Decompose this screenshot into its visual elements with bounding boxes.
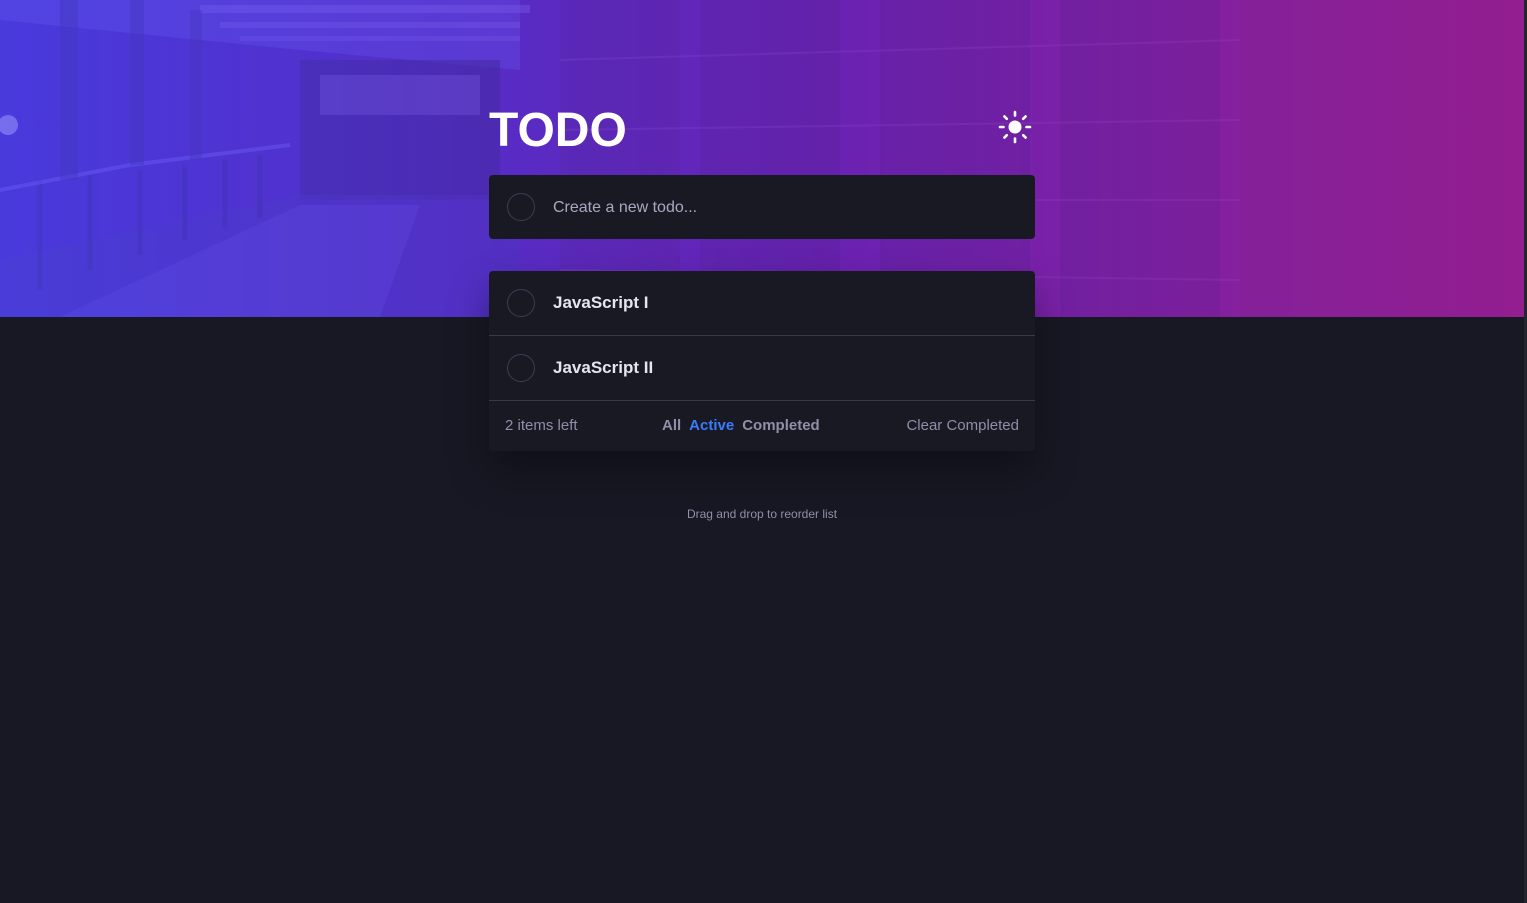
- reorder-hint: Drag and drop to reorder list: [686, 507, 838, 521]
- sun-icon: [998, 110, 1032, 144]
- page: TODO Create a new todo... JavaScript I J…: [0, 0, 1527, 903]
- new-todo-form: [489, 175, 1035, 239]
- theme-toggle-button[interactable]: [996, 108, 1034, 146]
- todo-check-circle[interactable]: [507, 289, 535, 317]
- filter-group: All Active Completed: [662, 417, 820, 434]
- clear-completed-button[interactable]: Clear Completed: [906, 417, 1019, 434]
- items-left-count: 2 items left: [505, 417, 578, 434]
- filter-completed[interactable]: Completed: [742, 417, 820, 434]
- todo-text: JavaScript I: [553, 293, 649, 312]
- todo-app: TODO Create a new todo... JavaScript I J…: [489, 0, 1035, 521]
- todo-check-circle[interactable]: [507, 354, 535, 382]
- app-header: TODO: [489, 0, 1035, 175]
- app-title: TODO: [489, 104, 627, 157]
- todo-item[interactable]: JavaScript I: [489, 271, 1035, 336]
- filter-all[interactable]: All: [662, 417, 681, 434]
- todo-item[interactable]: JavaScript II: [489, 336, 1035, 401]
- todo-text: JavaScript II: [553, 358, 654, 377]
- new-todo-input[interactable]: [553, 195, 1013, 221]
- todo-list: JavaScript I JavaScript II 2 items left …: [489, 271, 1035, 451]
- new-todo-check-circle[interactable]: [507, 193, 535, 221]
- todo-footer: 2 items left All Active Completed Clear …: [489, 401, 1035, 451]
- filter-active[interactable]: Active: [689, 417, 734, 434]
